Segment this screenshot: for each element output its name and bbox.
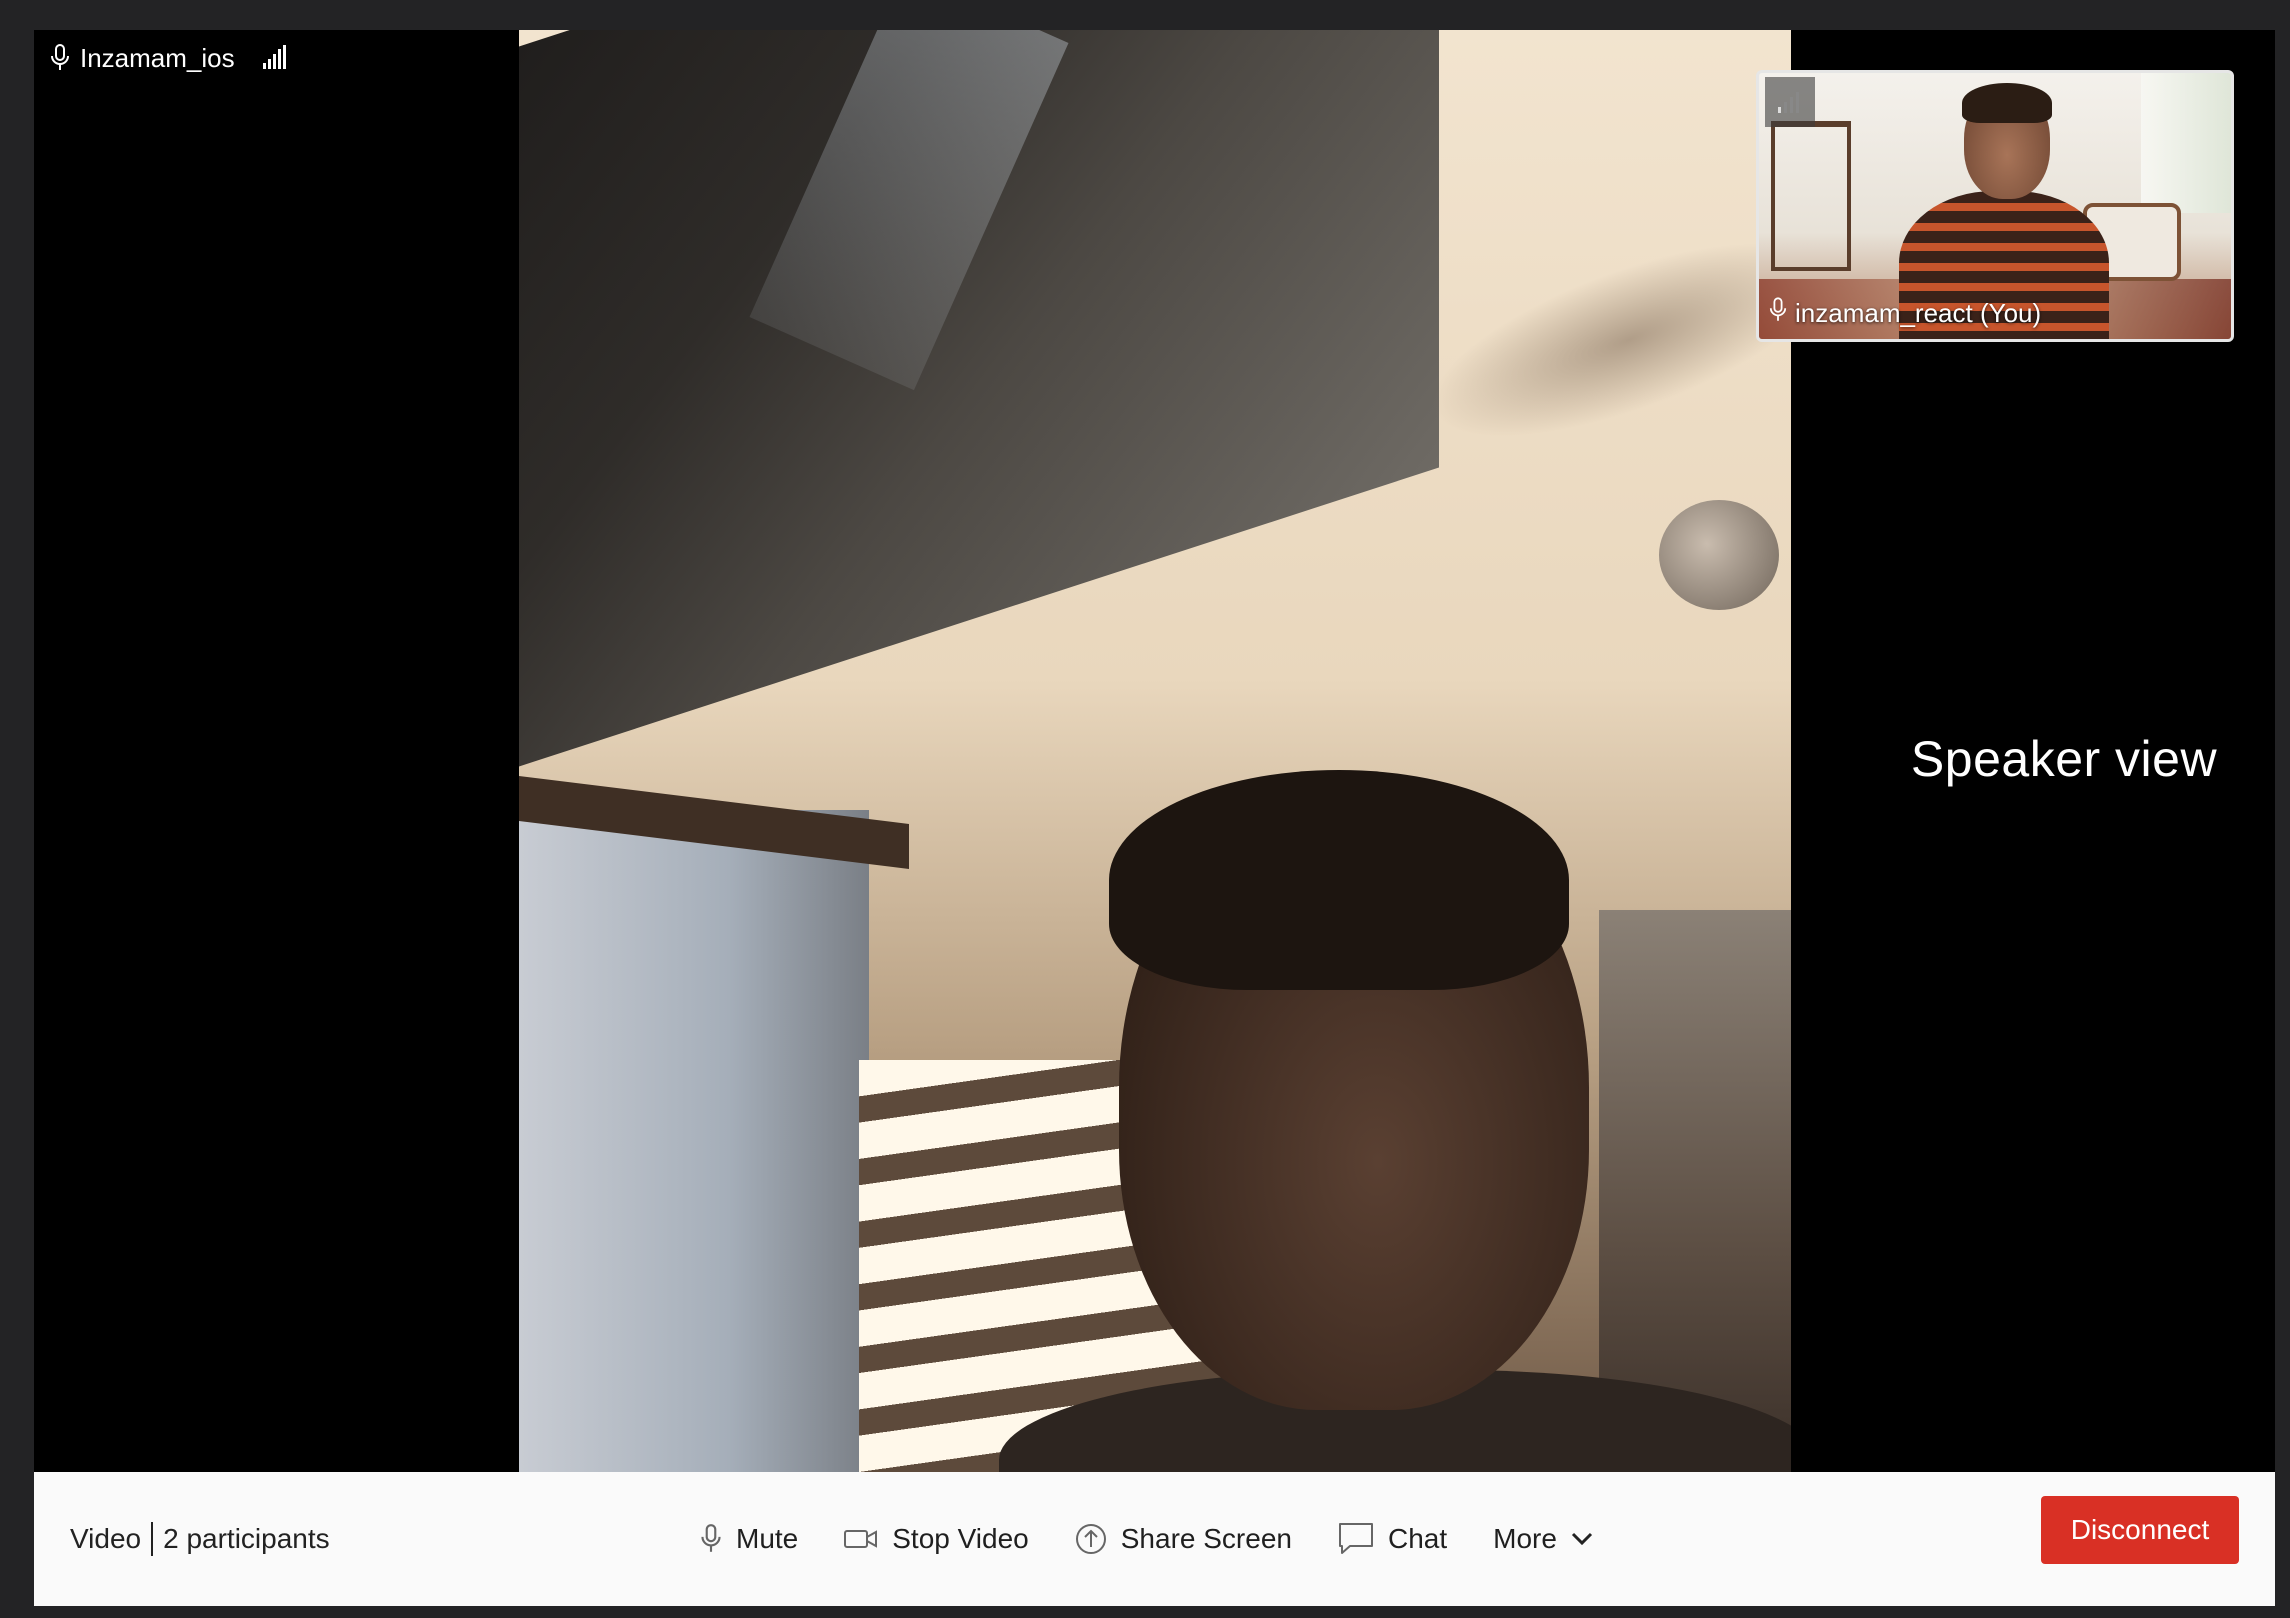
speaker-view-label: Speaker view [1910, 731, 2218, 787]
mute-button[interactable]: Mute [682, 1504, 816, 1574]
main-video-area: Inzamam_ios Speaker view inzamam_react (… [34, 30, 2275, 1472]
network-signal-icon [1765, 77, 1815, 127]
video-call-window: Inzamam_ios Speaker view inzamam_react (… [34, 30, 2275, 1606]
chevron-down-icon [1571, 1531, 1593, 1547]
stop-video-button[interactable]: Stop Video [826, 1504, 1047, 1574]
microphone-icon [1769, 296, 1787, 331]
disconnect-button[interactable]: Disconnect [2041, 1496, 2239, 1564]
self-preview-tile[interactable]: inzamam_react (You) [1756, 70, 2234, 342]
share-screen-icon [1075, 1523, 1107, 1555]
more-menu-button[interactable]: More [1475, 1504, 1611, 1574]
share-screen-button[interactable]: Share Screen [1057, 1504, 1310, 1574]
more-label: More [1493, 1523, 1557, 1554]
video-camera-icon [844, 1527, 878, 1551]
microphone-icon [700, 1523, 722, 1555]
chat-label: Chat [1387, 1523, 1448, 1554]
self-participant-label: inzamam_react (You) [1769, 296, 2041, 331]
self-participant-name: inzamam_react (You) [1795, 298, 2042, 328]
main-participant-label: Inzamam_ios [50, 40, 287, 76]
participant-count: 2 participants [163, 1523, 330, 1554]
remote-video-feed [519, 30, 1791, 1472]
room-type: Video [70, 1523, 142, 1554]
call-controls: Mute Stop Video Share Screen Chat More [682, 1472, 1621, 1606]
microphone-icon [50, 43, 70, 73]
room-info: Video 2 participants [70, 1522, 330, 1556]
chat-button[interactable]: Chat [1320, 1504, 1465, 1574]
network-signal-icon [262, 45, 287, 71]
chat-bubble-icon [1338, 1522, 1374, 1556]
call-toolbar: Video 2 participants Mute Stop Video Sha… [34, 1472, 2275, 1606]
stop-video-label: Stop Video [892, 1523, 1029, 1554]
share-screen-label: Share Screen [1120, 1523, 1292, 1554]
mute-label: Mute [736, 1523, 799, 1554]
divider [151, 1522, 154, 1556]
participant-name: Inzamam_ios [80, 42, 235, 73]
